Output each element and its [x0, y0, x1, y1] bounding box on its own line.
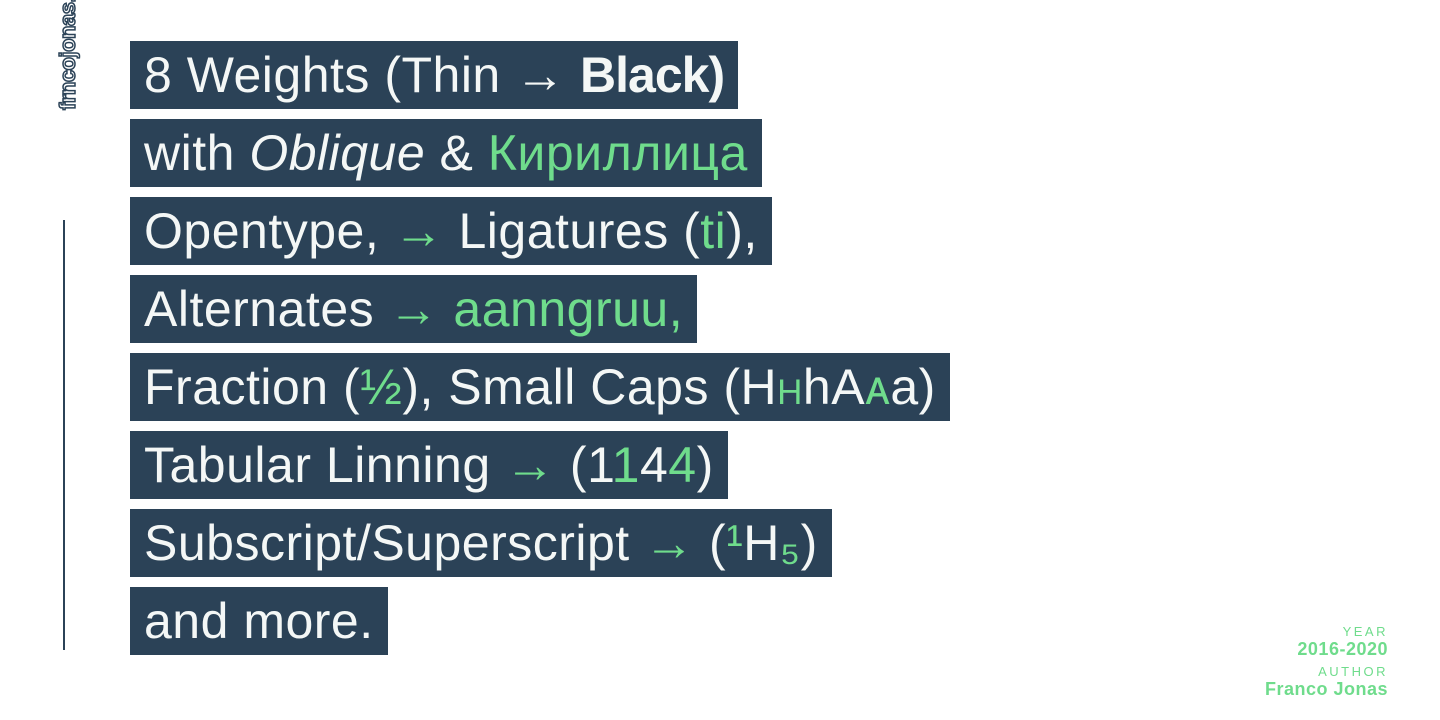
text-opentype: Opentype, [144, 203, 394, 259]
paren-open: ( [384, 47, 401, 103]
text-one-alt: 1 [612, 437, 640, 493]
text-black: Black [580, 47, 708, 103]
line-ligatures: Opentype, → Ligatures (ti), [130, 192, 950, 270]
text-cyrillic: Кириллица [488, 125, 748, 181]
text-more: and more. [144, 593, 374, 649]
line-smallcaps: Fraction (½), Small Caps (HнhAᴀa) [130, 348, 950, 426]
specimen-text: 8 Weights (Thin → Black) with Oblique & … [130, 36, 950, 660]
text-tabular: Tabular Linning [144, 437, 505, 493]
year-value: 2016-2020 [1265, 639, 1388, 660]
arrow-icon: → [505, 437, 556, 493]
text-half: ½ [360, 359, 402, 415]
line-oblique: with Oblique & Кириллица [130, 114, 950, 192]
line-subsup: Subscript/Superscript → (¹H₅) [130, 504, 950, 582]
text-amp: & [425, 125, 488, 181]
paren-close: ) [708, 47, 724, 103]
line-more: and more. [130, 582, 950, 660]
line-weights: 8 Weights (Thin → Black) [130, 36, 950, 114]
text-weights: 8 Weights [144, 47, 384, 103]
text-a2: a) [890, 359, 935, 415]
arrow-icon: → [394, 203, 445, 259]
text-oblique: Oblique [249, 125, 425, 181]
text-alternates: Alternates [144, 281, 389, 337]
text-sup1: ¹ [726, 515, 743, 571]
author-label: Author [1265, 664, 1388, 679]
paren-close: ) [801, 515, 818, 571]
text-with: with [144, 125, 249, 181]
text-h: H [743, 515, 780, 571]
text-sub5: ₅ [780, 515, 801, 571]
arrow-icon: → [501, 47, 580, 103]
brand-url[interactable]: frncojonas.com [55, 0, 81, 110]
paren-open: (1 [556, 437, 612, 493]
text-hsc: н [777, 359, 803, 415]
line-tabular: Tabular Linning → (1144) [130, 426, 950, 504]
author-value: Franco Jonas [1265, 679, 1388, 700]
text-thin: Thin [401, 47, 500, 103]
text-smallcaps: ), Small Caps (H [402, 359, 777, 415]
text-h2: hA [803, 359, 865, 415]
text-asc: ᴀ [865, 359, 890, 415]
text-ligatures: Ligatures ( [444, 203, 700, 259]
text-alt-glyphs: aanngruu, [453, 281, 683, 337]
arrow-icon: → [389, 281, 440, 337]
text-ti-lig: ti [700, 203, 726, 259]
text-fraction: Fraction ( [144, 359, 360, 415]
arrow-icon: → [644, 515, 695, 571]
paren-open: ( [695, 515, 727, 571]
line-alternates: Alternates → aanngruu, [130, 270, 950, 348]
paren-close: ) [697, 437, 714, 493]
text-subsup: Subscript/Superscript [144, 515, 644, 571]
meta-block: Year 2016-2020 Author Franco Jonas [1265, 620, 1388, 700]
paren-close: ), [726, 203, 758, 259]
text-four-alt: 4 [668, 437, 696, 493]
space [439, 281, 453, 337]
text-four: 4 [640, 437, 668, 493]
vertical-divider [63, 220, 65, 650]
year-label: Year [1265, 624, 1388, 639]
